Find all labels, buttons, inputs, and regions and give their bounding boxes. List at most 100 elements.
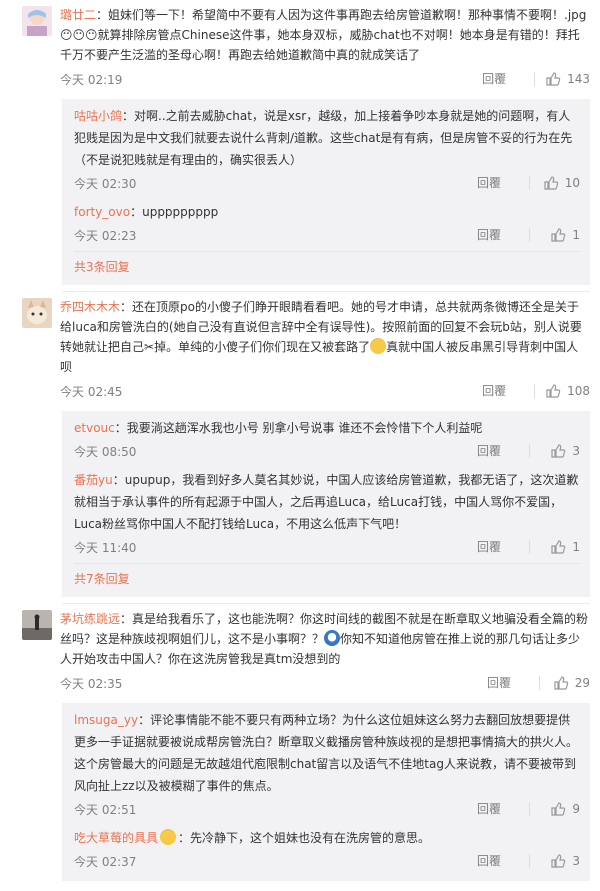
reply-item: 吃大草莓的具具 ：先冷静下，这个姐妹也没有在洗房管的意思。 今天 02:37 回覆… xyxy=(74,825,580,877)
divider xyxy=(529,444,530,458)
reply-meta: 今天 02:51 回覆 9 xyxy=(74,797,580,821)
reply-button[interactable]: 回覆 xyxy=(477,798,529,821)
like-button[interactable]: 10 xyxy=(540,175,580,191)
username-link[interactable]: 乔四木木木 xyxy=(60,300,120,314)
reply-button[interactable]: 回覆 xyxy=(477,440,529,463)
reply-button[interactable]: 回覆 xyxy=(482,68,534,91)
timestamp: 今天 02:23 xyxy=(74,228,137,243)
divider xyxy=(534,72,536,86)
like-count: 3 xyxy=(572,444,580,458)
thumbs-up-icon xyxy=(551,228,566,242)
like-count: 143 xyxy=(567,72,590,86)
like-count: 9 xyxy=(572,802,580,816)
like-button[interactable]: 29 xyxy=(550,675,590,691)
divider xyxy=(529,802,530,816)
comment-meta: 今天 02:19 回覆 143 xyxy=(60,67,590,91)
comment-text: 乔四木木木：还在顶原po的小傻子们睁开眼睛看看吧。她的号才申请，总共就两条微博还… xyxy=(60,300,582,374)
thumbs-up-icon xyxy=(546,384,561,398)
reply-meta: 今天 02:23 回覆 1 xyxy=(74,223,580,247)
timestamp: 今天 02:30 xyxy=(74,176,137,191)
username-link[interactable]: 吃大草莓的具具 xyxy=(74,831,158,845)
timestamp: 今天 11:40 xyxy=(74,540,137,555)
timestamp: 今天 02:45 xyxy=(60,384,123,399)
timestamp: 今天 08:50 xyxy=(74,444,137,459)
comment-item: 乔四木木木：还在顶原po的小傻子们睁开眼睛看看吧。她的号才申请，总共就两条微博还… xyxy=(0,292,600,411)
reply-item: lmsuga_yy：评论事情能不能不要只有两种立场？为什么这位姐妹这么努力去翻回… xyxy=(74,707,580,825)
like-button[interactable]: 3 xyxy=(540,443,580,459)
thumbs-up-icon xyxy=(551,802,566,816)
reply-item: 番茄yu：upupup，我看到好多人莫名其妙说，中国人应该给房管道歉，我都无语了… xyxy=(74,467,580,563)
like-count: 10 xyxy=(564,176,580,190)
emoji-icon xyxy=(370,338,387,354)
reply-button[interactable]: 回覆 xyxy=(482,380,534,403)
reply-meta: 今天 08:50 回覆 3 xyxy=(74,439,580,463)
like-count: 1 xyxy=(572,540,580,554)
scissors-icon: ✂ xyxy=(144,340,155,354)
reply-text: lmsuga_yy：评论事情能不能不要只有两种立场？为什么这位姐妹这么努力去翻回… xyxy=(74,713,579,793)
thumbs-up-icon xyxy=(554,676,568,690)
reply-item: 咕咕小鸽：对啊..之前去威胁chat，说是xsr，越级，加上接着争吵本身就是她的… xyxy=(74,103,580,199)
like-button[interactable]: 3 xyxy=(540,853,580,869)
thumbs-up-icon xyxy=(544,176,558,190)
reply-meta: 今天 11:40 回覆 1 xyxy=(74,535,580,559)
reply-button[interactable]: 回覆 xyxy=(477,850,529,873)
more-replies-link[interactable]: 共3条回复 xyxy=(74,251,580,281)
reply-panel: lmsuga_yy：评论事情能不能不要只有两种立场？为什么这位姐妹这么努力去翻回… xyxy=(62,703,590,881)
reply-panel: 咕咕小鸽：对啊..之前去威胁chat，说是xsr，越级，加上接着争吵本身就是她的… xyxy=(62,99,590,285)
reply-button[interactable]: 回覆 xyxy=(477,172,529,195)
divider xyxy=(534,384,536,398)
emoji-icon xyxy=(160,829,177,845)
like-count: 3 xyxy=(572,854,580,868)
divider xyxy=(529,228,530,242)
like-count: 108 xyxy=(567,384,590,398)
divider xyxy=(529,540,530,554)
username-link[interactable]: 璐廿二 xyxy=(60,8,96,22)
like-button[interactable]: 9 xyxy=(540,801,580,817)
more-replies-link[interactable]: 共7条回复 xyxy=(74,563,580,593)
thumbs-up-icon xyxy=(551,444,566,458)
reply-button[interactable]: 回覆 xyxy=(477,224,529,247)
reply-text: 咕咕小鸽：对啊..之前去威胁chat，说是xsr，越级，加上接着争吵本身就是她的… xyxy=(74,109,573,167)
reply-text: etvouc：我要淌这趟浑水我也小号 别拿小号说事 谁还不会怜惜下个人利益呢 xyxy=(74,421,483,435)
comment-meta: 今天 02:35 回覆 29 xyxy=(60,671,590,695)
like-button[interactable]: 1 xyxy=(540,227,580,243)
timestamp: 今天 02:51 xyxy=(74,802,137,817)
reply-item: forty_ovo：uppppppppp 今天 02:23 回覆 1 xyxy=(74,199,580,251)
timestamp: 今天 02:19 xyxy=(60,72,123,87)
divider xyxy=(529,176,530,190)
comment-text: 璐廿二：姐妹们等一下！希望简中不要有人因为这件事再跑去给房管道歉啊！那种事情不要… xyxy=(60,8,587,62)
emoji-icon: 😶😶😶 xyxy=(60,28,98,42)
reply-text: forty_ovo：uppppppppp xyxy=(74,205,219,219)
reply-button[interactable]: 回覆 xyxy=(477,536,529,559)
reply-button[interactable]: 回覆 xyxy=(487,672,539,695)
reply-meta: 今天 02:37 回覆 3 xyxy=(74,849,580,873)
divider xyxy=(529,854,530,868)
username-link[interactable]: etvouc xyxy=(74,421,115,435)
username-link[interactable]: 番茄yu xyxy=(74,473,113,487)
thumbs-up-icon xyxy=(546,72,561,86)
like-button[interactable]: 143 xyxy=(545,71,590,87)
reply-text: 番茄yu：upupup，我看到好多人莫名其妙说，中国人应该给房管道歉，我都无语了… xyxy=(74,473,579,531)
emoji-icon xyxy=(324,630,341,646)
comment-item: 茅坑练跳远：真是给我看乐了，这也能洗啊？你这时间线的截图不就是在断章取义地骗没看… xyxy=(0,604,600,703)
avatar[interactable] xyxy=(22,610,52,640)
username-link[interactable]: 茅坑练跳远 xyxy=(60,612,120,626)
reply-item: etvouc：我要淌这趟浑水我也小号 别拿小号说事 谁还不会怜惜下个人利益呢 今… xyxy=(74,415,580,467)
comment-meta: 今天 02:45 回覆 108 xyxy=(60,379,590,403)
comment-feed: 璐廿二：姐妹们等一下！希望简中不要有人因为这件事再跑去给房管道歉啊！那种事情不要… xyxy=(0,0,600,891)
comment-item: 璐廿二：姐妹们等一下！希望简中不要有人因为这件事再跑去给房管道歉啊！那种事情不要… xyxy=(0,0,600,99)
username-link[interactable]: forty_ovo xyxy=(74,205,130,219)
like-button[interactable]: 108 xyxy=(545,383,590,399)
avatar[interactable] xyxy=(22,298,52,328)
username-link[interactable]: lmsuga_yy xyxy=(74,713,138,727)
avatar[interactable] xyxy=(22,6,52,36)
thumbs-up-icon xyxy=(551,854,566,868)
timestamp: 今天 02:35 xyxy=(60,676,123,691)
reply-text: 吃大草莓的具具 ：先冷静下，这个姐妹也没有在洗房管的意思。 xyxy=(74,829,431,845)
reply-panel: etvouc：我要淌这趟浑水我也小号 别拿小号说事 谁还不会怜惜下个人利益呢 今… xyxy=(62,411,590,597)
like-count: 1 xyxy=(572,228,580,242)
reply-meta: 今天 02:30 回覆 10 xyxy=(74,171,580,195)
like-button[interactable]: 1 xyxy=(540,539,580,555)
comment-text: 茅坑练跳远：真是给我看乐了，这也能洗啊？你这时间线的截图不就是在断章取义地骗没看… xyxy=(60,612,589,666)
username-link[interactable]: 咕咕小鸽 xyxy=(74,109,122,123)
